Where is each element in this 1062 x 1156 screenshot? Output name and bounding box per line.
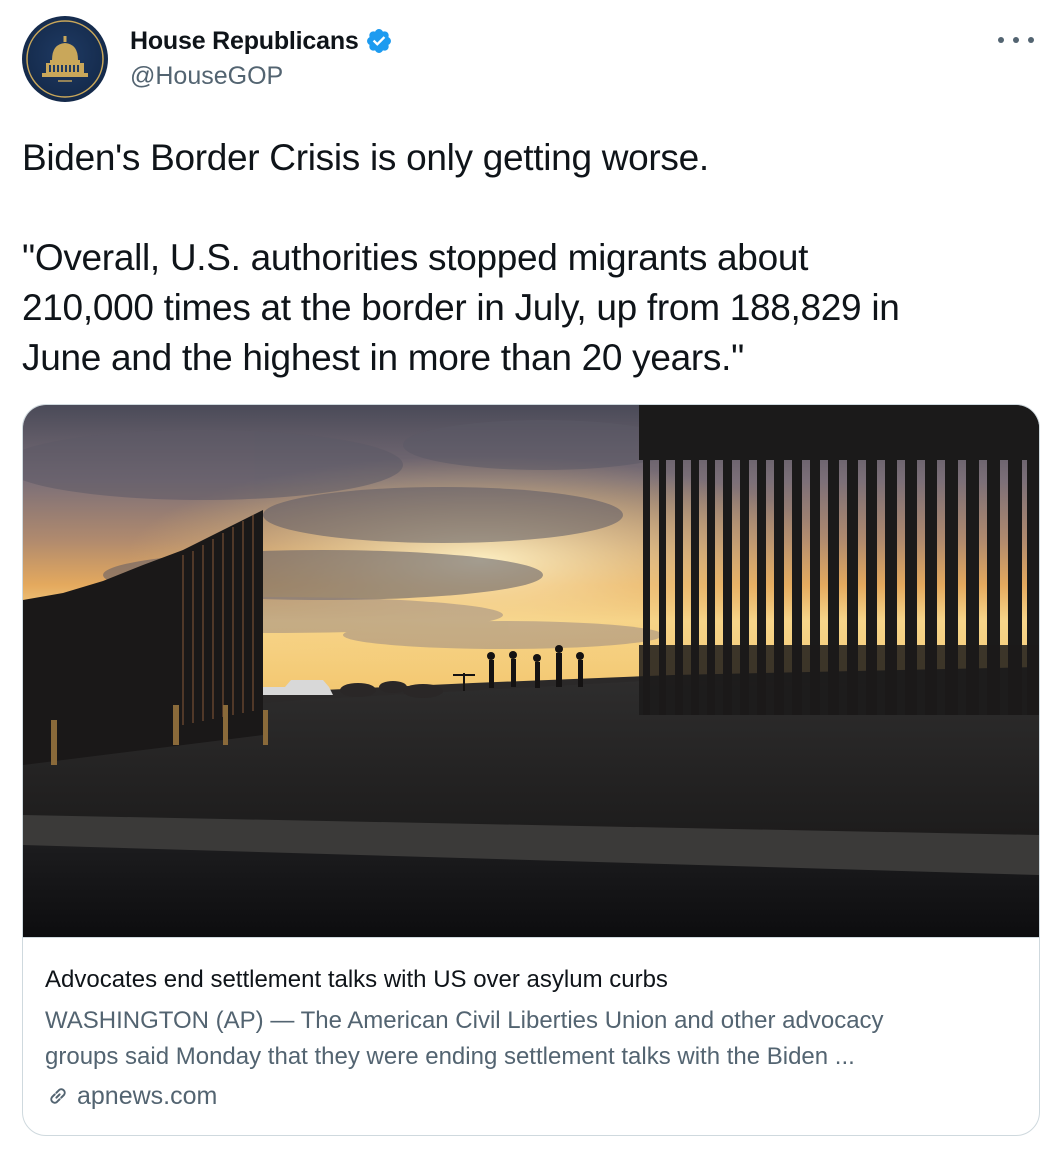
display-name-row: House Republicans (130, 26, 393, 56)
card-body: Advocates end settlement talks with US o… (45, 965, 1020, 1113)
capitol-dome-icon (26, 20, 104, 98)
display-name[interactable]: House Republicans (130, 27, 359, 56)
tweet-text: Biden's Border Crisis is only getting wo… (22, 133, 1032, 383)
tweet-text-line: 210,000 times at the border in July, up … (22, 287, 900, 328)
author-names: House Republicans @HouseGOP (130, 26, 393, 91)
avatar[interactable] (22, 16, 108, 102)
card-image[interactable] (23, 405, 1039, 938)
card-description: WASHINGTON (AP) — The American Civil Lib… (45, 1003, 1020, 1075)
author-handle[interactable]: @HouseGOP (130, 62, 393, 91)
tweet-text-line: Biden's Border Crisis is only getting wo… (22, 137, 709, 178)
tweet-header: House Republicans @HouseGOP (22, 16, 1042, 106)
verified-badge-icon[interactable] (365, 27, 393, 55)
card-domain[interactable]: apnews.com (45, 1079, 1020, 1113)
card-description-line: groups said Monday that they were ending… (45, 1043, 855, 1070)
border-wall-sunset-photo (23, 405, 1039, 937)
card-title[interactable]: Advocates end settlement talks with US o… (45, 965, 1020, 995)
link-preview-card[interactable]: Advocates end settlement talks with US o… (22, 404, 1040, 1136)
link-icon (45, 1083, 71, 1109)
tweet-text-line: June and the highest in more than 20 yea… (22, 337, 744, 378)
tweet-text-line: "Overall, U.S. authorities stopped migra… (22, 237, 809, 278)
card-description-line: WASHINGTON (AP) — The American Civil Lib… (45, 1007, 884, 1034)
more-options-icon[interactable] (998, 30, 1034, 50)
card-domain-text[interactable]: apnews.com (77, 1079, 217, 1113)
